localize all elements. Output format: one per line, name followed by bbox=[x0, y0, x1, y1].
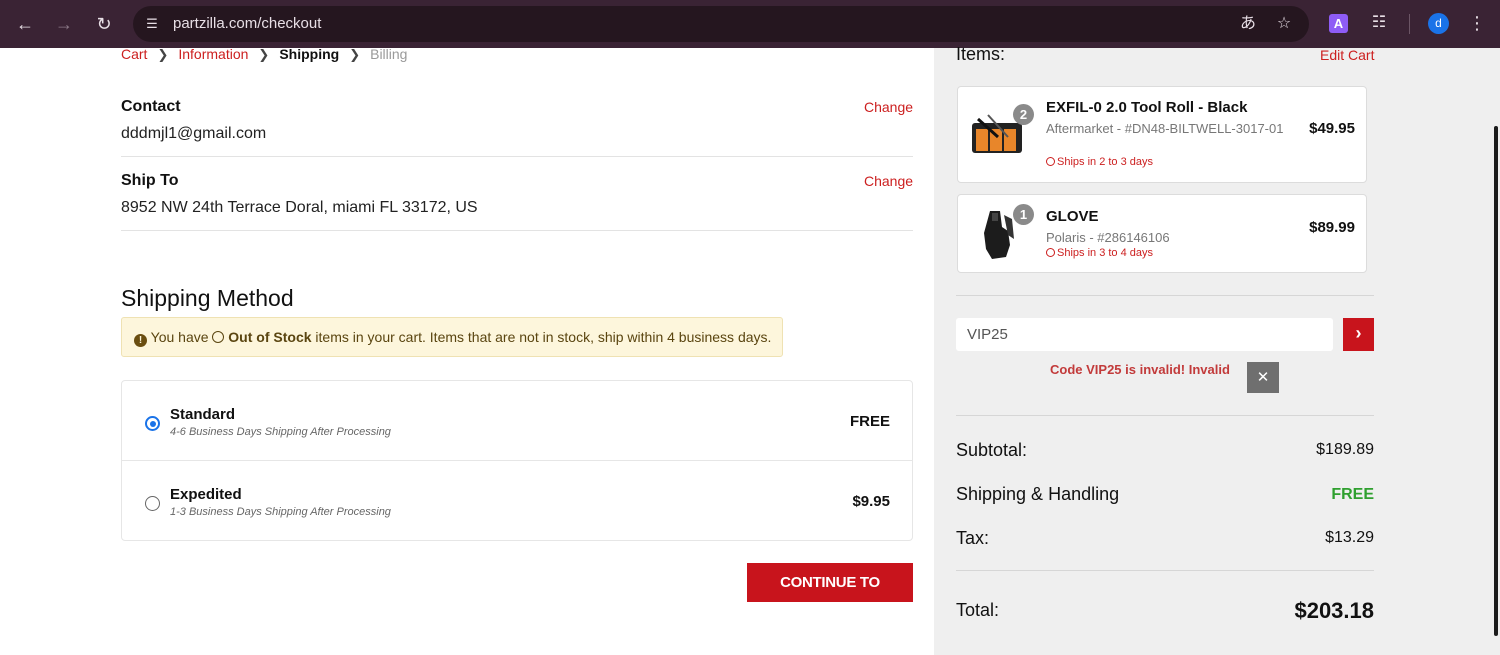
quantity-badge: 2 bbox=[1013, 104, 1034, 125]
profile-avatar[interactable]: d bbox=[1428, 13, 1449, 34]
shipping-option-price: $9.95 bbox=[852, 493, 890, 510]
shipping-option-name: Standard bbox=[170, 406, 236, 423]
item-price: $89.99 bbox=[1309, 219, 1355, 236]
chevron-right-icon: ❯ bbox=[258, 47, 270, 62]
item-ship-time: Ships in 3 to 4 days bbox=[1046, 247, 1153, 259]
apply-coupon-button[interactable]: › bbox=[1343, 318, 1374, 351]
edit-cart-link[interactable]: Edit Cart bbox=[1320, 47, 1374, 63]
breadcrumb-billing: Billing bbox=[370, 46, 408, 62]
item-ship-time: Ships in 2 to 3 days bbox=[1046, 156, 1153, 168]
extension-icon[interactable]: A bbox=[1329, 14, 1348, 33]
standard-radio[interactable] bbox=[145, 416, 160, 431]
breadcrumb: Cart ❯ Information ❯ Shipping ❯ Billing bbox=[121, 45, 407, 64]
shipping-option-description: 1-3 Business Days Shipping After Process… bbox=[170, 506, 391, 518]
chevron-right-icon: › bbox=[1355, 323, 1362, 343]
tax-value: $13.29 bbox=[1325, 529, 1374, 546]
shipping-method-title: Shipping Method bbox=[121, 285, 294, 311]
shipping-option-description: 4-6 Business Days Shipping After Process… bbox=[170, 426, 391, 438]
divider bbox=[956, 415, 1374, 416]
cart-item: 1 GLOVE Polaris - #286146106 Ships in 3 … bbox=[957, 194, 1367, 273]
total-value: $203.18 bbox=[1294, 598, 1374, 623]
bookmark-star-icon[interactable]: ☆ bbox=[1273, 13, 1295, 35]
coupon-error-message: Code VIP25 is invalid! Invalid bbox=[1050, 362, 1230, 377]
change-address-link[interactable]: Change bbox=[864, 173, 913, 189]
info-circle-icon: ! bbox=[134, 334, 147, 347]
ship-to-address: 8952 NW 24th Terrace Doral, miami FL 331… bbox=[121, 199, 478, 216]
contact-label: Contact bbox=[121, 98, 181, 115]
item-name[interactable]: GLOVE bbox=[1046, 208, 1099, 225]
back-arrow-icon[interactable]: ← bbox=[13, 12, 37, 36]
close-icon[interactable]: ✕ bbox=[1247, 362, 1279, 393]
forward-arrow-icon[interactable]: → bbox=[52, 12, 76, 36]
continue-to-payment-button[interactable]: CONTINUE TO PAYMENT bbox=[747, 563, 913, 630]
subtotal-label: Subtotal: bbox=[956, 440, 1028, 460]
extensions-puzzle-icon[interactable]: ☷ bbox=[1368, 12, 1390, 34]
shipping-options: Standard 4-6 Business Days Shipping Afte… bbox=[121, 380, 913, 541]
divider bbox=[121, 230, 913, 231]
url-text[interactable]: partzilla.com/checkout bbox=[173, 15, 321, 33]
chevron-right-icon: ❯ bbox=[349, 47, 361, 62]
change-contact-link[interactable]: Change bbox=[864, 99, 913, 115]
item-ship-text: Ships in 3 to 4 days bbox=[1057, 247, 1154, 259]
subtotal-value: $189.89 bbox=[1316, 441, 1374, 458]
shipping-option-price: FREE bbox=[849, 413, 890, 430]
site-settings-icon[interactable]: ☰ bbox=[143, 15, 161, 33]
item-sku: Polaris - #286146106 bbox=[1046, 230, 1170, 245]
shipping-handling-label: Shipping & Handling bbox=[956, 484, 1120, 504]
translate-icon[interactable]: あ bbox=[1237, 13, 1259, 35]
tax-label: Tax: bbox=[956, 528, 990, 548]
breadcrumb-cart[interactable]: Cart bbox=[121, 45, 147, 63]
clock-icon bbox=[1046, 248, 1055, 257]
divider bbox=[956, 295, 1374, 296]
shipping-handling-value: FREE bbox=[1331, 486, 1374, 503]
clock-icon bbox=[1046, 157, 1055, 166]
item-ship-text: Ships in 2 to 3 days bbox=[1057, 156, 1154, 168]
divider bbox=[121, 156, 913, 157]
cart-item: 2 EXFIL-0 2.0 Tool Roll - Black Aftermar… bbox=[957, 86, 1367, 183]
ship-to-label: Ship To bbox=[121, 172, 179, 189]
shipping-option-name: Expedited bbox=[170, 486, 242, 503]
address-bar[interactable]: ☰ partzilla.com/checkout あ ☆ bbox=[133, 6, 1309, 42]
item-price: $49.95 bbox=[1309, 120, 1355, 137]
shipping-option-standard[interactable]: Standard 4-6 Business Days Shipping Afte… bbox=[122, 381, 912, 461]
out-of-stock-notice: ! You have Out of Stock items in your ca… bbox=[121, 317, 783, 357]
toolbar-divider bbox=[1409, 14, 1410, 34]
items-title: Items: bbox=[956, 44, 1006, 64]
notice-prefix: You have bbox=[150, 329, 209, 345]
browser-toolbar: ← → ↻ ☰ partzilla.com/checkout あ ☆ A ☷ d… bbox=[0, 0, 1500, 48]
contact-email: dddmjl1@gmail.com bbox=[121, 125, 267, 142]
breadcrumb-shipping: Shipping bbox=[279, 46, 340, 62]
total-label: Total: bbox=[956, 600, 1000, 620]
shipping-option-expedited[interactable]: Expedited 1-3 Business Days Shipping Aft… bbox=[122, 461, 912, 541]
quantity-badge: 1 bbox=[1013, 204, 1034, 225]
notice-suffix: items in your cart. Items that are not i… bbox=[315, 329, 772, 345]
breadcrumb-information[interactable]: Information bbox=[178, 45, 248, 63]
page-scrollbar[interactable] bbox=[1494, 126, 1498, 636]
item-name[interactable]: EXFIL-0 2.0 Tool Roll - Black bbox=[1046, 99, 1247, 116]
expedited-radio[interactable] bbox=[145, 496, 160, 511]
browser-menu-icon[interactable]: ⋮ bbox=[1466, 12, 1488, 34]
notice-strong: Out of Stock bbox=[228, 329, 312, 345]
reload-icon[interactable]: ↻ bbox=[92, 12, 116, 36]
chevron-right-icon: ❯ bbox=[157, 47, 169, 62]
clock-icon bbox=[212, 331, 225, 343]
coupon-code-input[interactable] bbox=[956, 318, 1333, 351]
divider bbox=[956, 570, 1374, 571]
item-sku: Aftermarket - #DN48-BILTWELL-3017-01 bbox=[1046, 121, 1284, 136]
